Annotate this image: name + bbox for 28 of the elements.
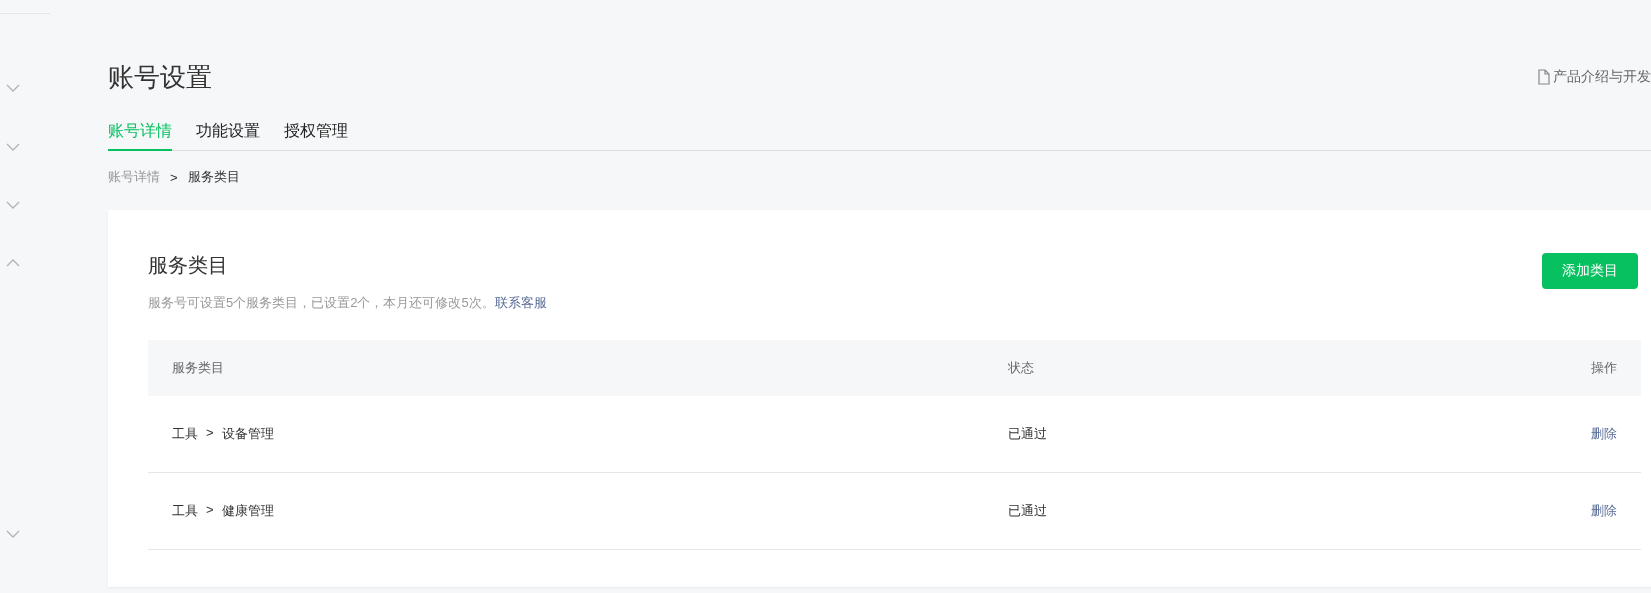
category-text: 工具 [172,502,198,520]
card-title: 服务类目 [148,253,229,278]
collapse-icon[interactable] [6,259,20,267]
contact-link[interactable]: 联系客服 [494,295,547,310]
column-header: 状态 [984,340,1501,396]
page-title: 账号设置 [108,60,212,94]
delete-link[interactable]: 删除 [1591,426,1617,441]
breadcrumb-separator: > [170,169,178,185]
doc-link[interactable]: 产品介绍与开发 [1538,68,1651,86]
status-cell: 已通过 [984,396,1501,473]
column-header: 操作 [1501,340,1641,396]
expand-icon[interactable] [6,201,20,209]
category-separator: > [206,425,214,442]
document-icon [1538,69,1550,85]
column-header: 服务类目 [148,340,985,396]
category-text: 工具 [172,425,198,443]
breadcrumb-current: 服务类目 [187,168,240,186]
expand-icon[interactable] [6,84,20,92]
expand-icon[interactable] [6,530,20,538]
category-separator: > [206,502,214,519]
subcategory-text: 设备管理 [221,425,274,443]
delete-link[interactable]: 删除 [1591,503,1617,518]
expand-icon[interactable] [6,143,20,151]
tab[interactable]: 授权管理 [284,119,348,151]
subcategory-text: 健康管理 [221,502,274,520]
status-cell: 已通过 [984,472,1501,550]
quota-description: 服务号可设置5个服务类目，已设置2个，本月还可修改5次。联系客服 [148,294,547,312]
tab[interactable]: 功能设置 [196,119,260,151]
